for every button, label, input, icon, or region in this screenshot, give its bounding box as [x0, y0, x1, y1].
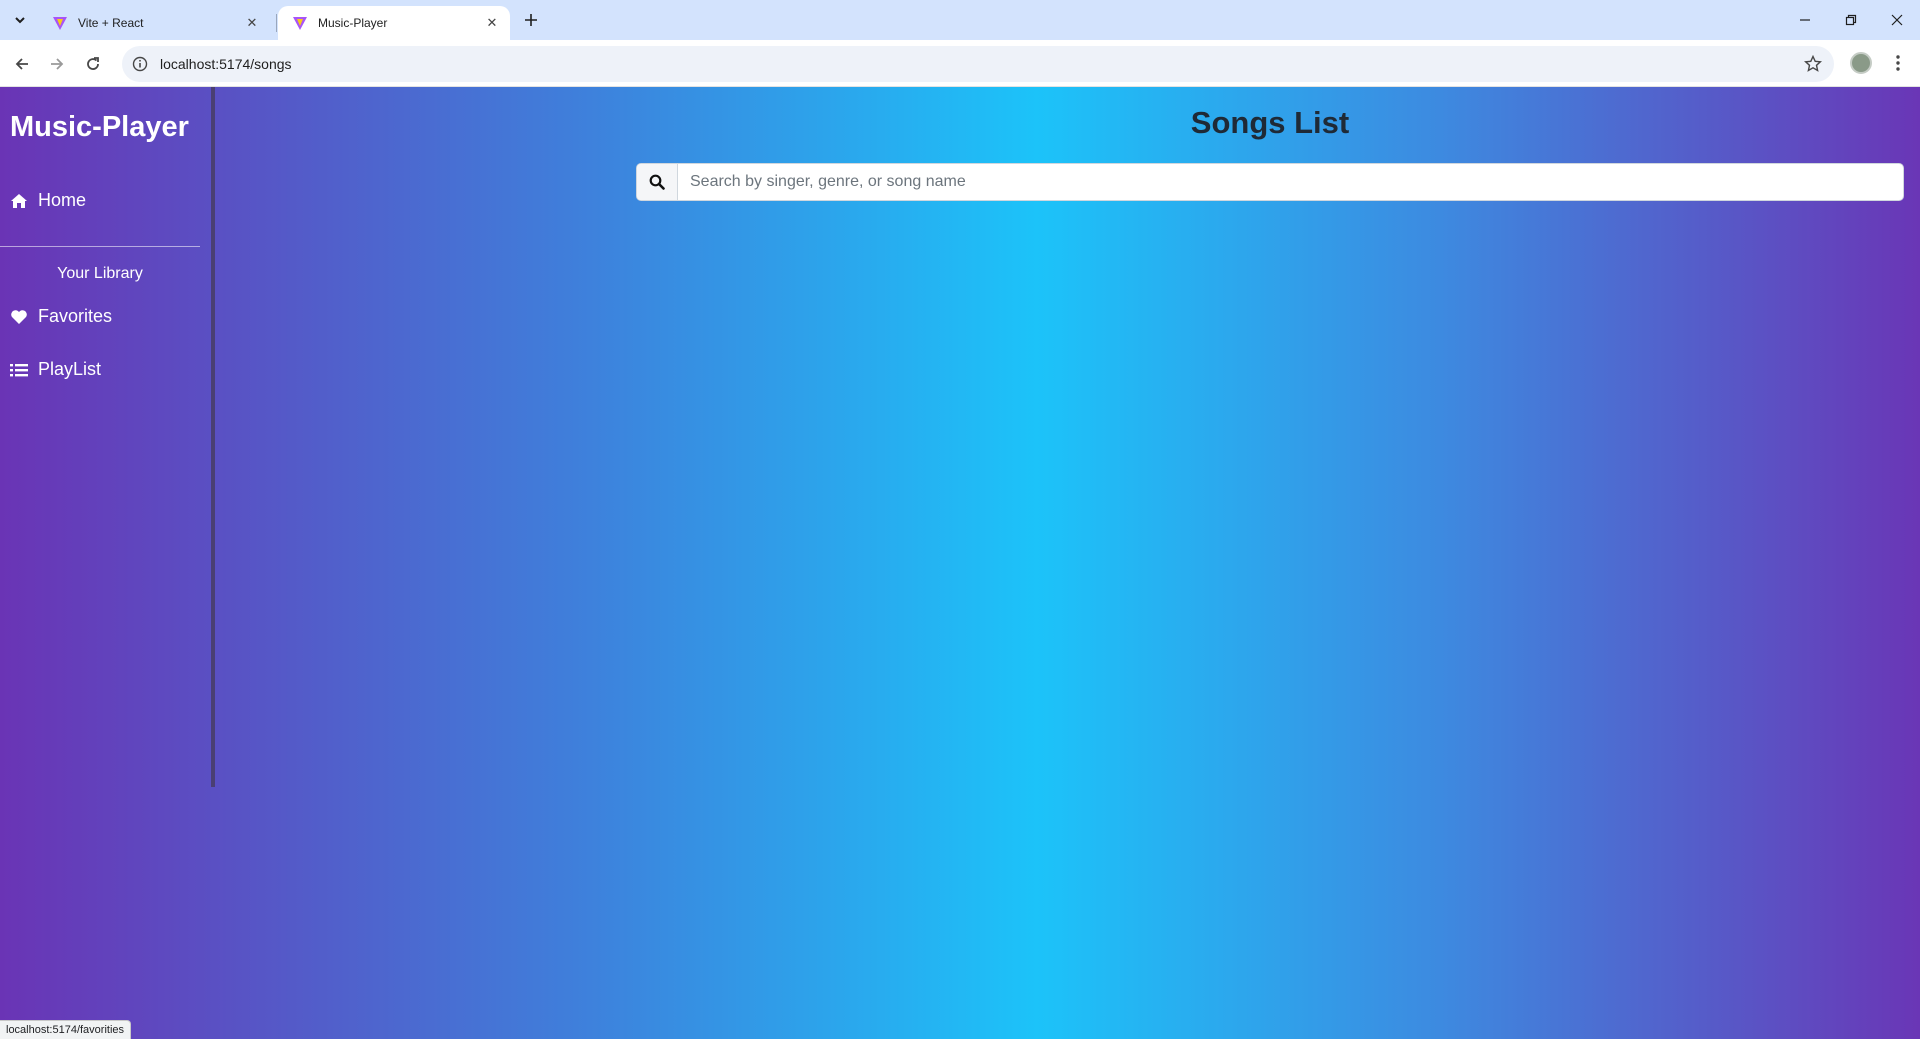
url-text: localhost:5174/songs: [160, 56, 292, 72]
reload-button[interactable]: [79, 50, 107, 78]
brand-title: Music-Player: [10, 111, 189, 143]
browser-toolbar: localhost:5174/songs: [0, 40, 1920, 87]
status-bar-url: localhost:5174/favorities: [0, 1020, 132, 1039]
library-heading: Your Library: [57, 265, 143, 282]
sidebar-item-label: Favorites: [38, 306, 113, 326]
browser-menu-button[interactable]: [1888, 52, 1908, 74]
page-title: Songs List: [1190, 105, 1350, 140]
chevron-down-icon: [15, 17, 25, 24]
search-button[interactable]: [637, 164, 678, 200]
search-icon: [649, 174, 665, 190]
arrow-left-icon: [15, 58, 28, 70]
sidebar-item-label: Home: [38, 190, 87, 210]
page-viewport: Music-Player Home Your Library Favorites…: [0, 87, 1920, 1039]
sidebar-item-label: PlayList: [38, 359, 102, 379]
forward-button[interactable]: [43, 50, 71, 78]
sidebar-item-home[interactable]: Home: [10, 190, 86, 211]
restore-icon: [1845, 14, 1857, 26]
arrow-right-icon: [51, 58, 64, 70]
tab-music-player[interactable]: Music-Player ✕: [278, 6, 510, 40]
profile-avatar[interactable]: [1850, 52, 1872, 74]
tab-search-button[interactable]: [8, 8, 32, 32]
tab-title: Music-Player: [318, 16, 388, 30]
sidebar: Music-Player Home Your Library Favorites…: [0, 87, 215, 787]
search-bar: [636, 163, 1904, 201]
sidebar-divider: [0, 246, 200, 247]
minimize-button[interactable]: [1782, 0, 1828, 40]
bookmark-star-icon[interactable]: [1804, 55, 1822, 73]
tab-title: Vite + React: [78, 16, 144, 30]
browser-tabstrip: Vite + React ✕ Music-Player ✕: [0, 0, 1920, 40]
reload-icon: [87, 57, 99, 70]
list-icon: [10, 361, 28, 379]
vite-favicon-icon: [293, 17, 307, 30]
search-input[interactable]: [678, 164, 1903, 200]
restore-button[interactable]: [1828, 0, 1874, 40]
close-icon[interactable]: ✕: [484, 15, 500, 31]
more-vertical-icon: [1896, 55, 1900, 71]
sidebar-item-playlist[interactable]: PlayList: [10, 359, 101, 380]
window-close-button[interactable]: [1874, 0, 1920, 40]
home-icon: [10, 192, 28, 210]
vite-favicon-icon: [53, 17, 67, 30]
address-bar[interactable]: localhost:5174/songs: [122, 46, 1834, 82]
info-icon[interactable]: [132, 56, 148, 72]
new-tab-button[interactable]: [520, 9, 542, 31]
tab-divider: [276, 14, 277, 32]
close-icon: [1891, 14, 1903, 26]
minimize-icon: [1800, 19, 1810, 21]
heart-icon: [10, 308, 28, 326]
sidebar-item-favorites[interactable]: Favorites: [10, 306, 112, 327]
plus-icon: [525, 14, 537, 26]
tab-vite-react[interactable]: Vite + React ✕: [38, 6, 270, 40]
back-button[interactable]: [8, 50, 36, 78]
close-icon[interactable]: ✕: [244, 15, 260, 31]
